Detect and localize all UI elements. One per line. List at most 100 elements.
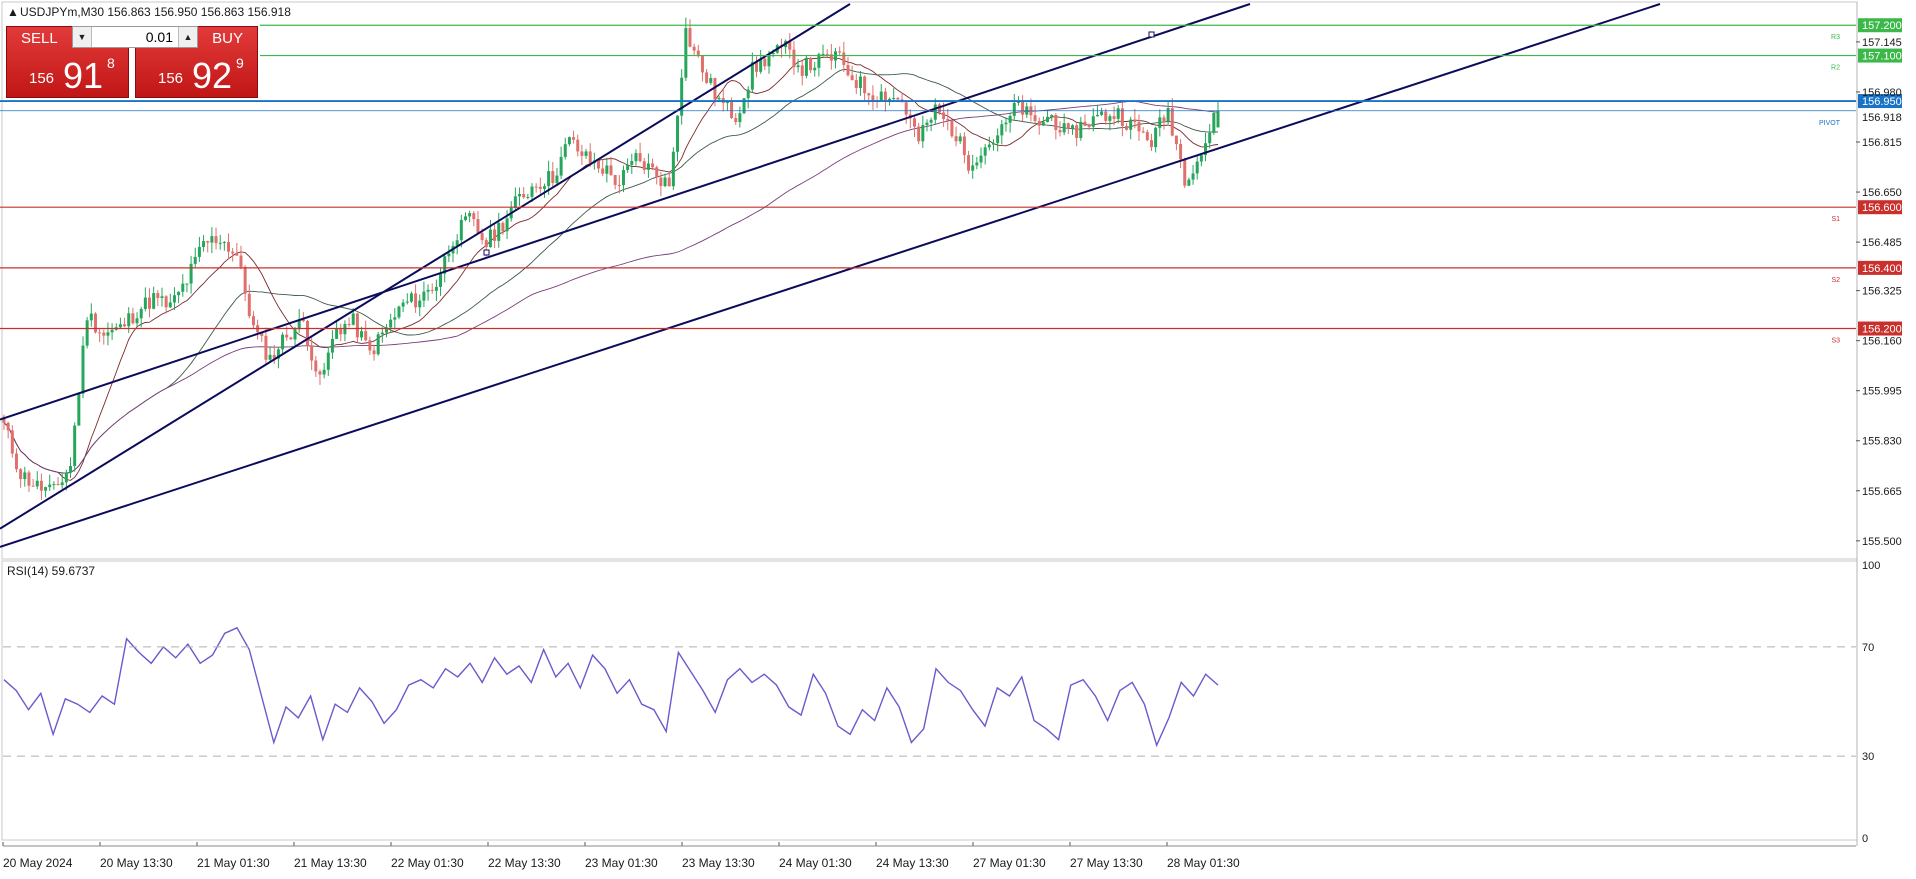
candle-body <box>243 266 247 294</box>
candle-body <box>1216 110 1220 128</box>
candle-body <box>206 241 210 243</box>
buy-price-pip: 9 <box>236 55 244 71</box>
candle-body <box>983 147 987 156</box>
candle-body <box>987 144 991 148</box>
symbol-info: USDJPYm,M30 156.863 156.950 156.863 156.… <box>20 5 291 19</box>
candle-body <box>1070 125 1074 129</box>
candle-body <box>39 480 43 491</box>
candle-body <box>326 352 330 370</box>
candle-body <box>380 332 384 335</box>
candle-body <box>1137 122 1141 132</box>
lot-increase-icon[interactable]: ▲ <box>178 27 197 47</box>
candle-body <box>239 255 243 267</box>
y-tick-label: 155.995 <box>1862 386 1902 398</box>
x-tick-label: 22 May 01:30 <box>391 856 464 870</box>
candle-body <box>1104 111 1108 121</box>
candle-body <box>551 171 555 183</box>
candle-body <box>185 283 189 285</box>
candle-body <box>414 293 418 308</box>
candle-body <box>73 425 77 467</box>
lot-decrease-icon[interactable]: ▼ <box>73 27 92 47</box>
candle-body <box>634 153 638 162</box>
candle-body <box>850 75 854 81</box>
chart-root[interactable]: ▲ USDJPYm,M30 156.863 156.950 156.863 15… <box>0 0 1916 874</box>
candle-body <box>501 222 505 232</box>
chart-canvas[interactable]: ▲ USDJPYm,M30 156.863 156.950 156.863 15… <box>0 0 1916 874</box>
candle-body <box>93 313 97 333</box>
candle-body <box>663 177 667 187</box>
candle-body <box>1095 114 1099 117</box>
lot-size-input[interactable] <box>93 28 177 46</box>
x-tick-label: 24 May 01:30 <box>779 856 852 870</box>
candle-body <box>1000 124 1004 136</box>
x-tick-label: 22 May 13:30 <box>488 856 561 870</box>
candle-body <box>933 104 937 120</box>
level-label: S3 <box>1831 338 1840 345</box>
candle-body <box>630 161 634 165</box>
candle-body <box>497 222 501 241</box>
candle-body <box>123 324 127 327</box>
candle-body <box>1174 135 1178 144</box>
expand-arrow-icon[interactable]: ▲ <box>7 5 19 19</box>
x-tick-label: 21 May 01:30 <box>197 856 270 870</box>
candle-body <box>547 171 551 187</box>
candle-body <box>705 72 709 83</box>
candle-body <box>763 58 767 67</box>
candle-body <box>738 113 742 123</box>
candle-body <box>281 334 285 350</box>
candle-body <box>197 246 201 257</box>
candle-body <box>505 218 509 232</box>
sell-price-prefix: 156 <box>29 70 55 87</box>
channel-anchor-point <box>483 249 490 256</box>
candle-body <box>293 329 297 340</box>
candle-body <box>6 422 10 431</box>
y-tick-label: 156.815 <box>1862 137 1902 149</box>
candle-body <box>89 313 93 321</box>
candle-body <box>676 115 680 152</box>
candle-body <box>202 241 206 247</box>
candle-body <box>368 340 372 351</box>
candle-body <box>813 67 817 71</box>
y-tick-label: 156.980 <box>1862 87 1902 99</box>
candle-body <box>597 160 601 169</box>
candle-body <box>418 300 422 308</box>
candle-body <box>750 62 754 90</box>
candle-body <box>314 360 318 372</box>
candle-body <box>946 118 950 121</box>
candle-body <box>1108 116 1112 121</box>
candle-body <box>717 98 721 100</box>
candle-body <box>567 137 571 145</box>
candle-body <box>44 487 48 491</box>
one-click-trading-panel: SELL 156 91 8 BUY 156 92 9 ▼ ▲ <box>6 26 258 98</box>
candle-body <box>172 295 176 303</box>
candle-body <box>439 273 443 287</box>
x-tick-label: 27 May 13:30 <box>1070 856 1143 870</box>
candle-body <box>360 331 364 338</box>
candle-body <box>576 139 580 152</box>
candle-body <box>584 151 588 156</box>
candle-body <box>127 313 131 327</box>
candle-body <box>488 229 492 248</box>
candle-body <box>542 186 546 189</box>
candle-body <box>389 319 393 328</box>
candle-body <box>921 125 925 142</box>
candle-body <box>156 293 160 298</box>
price-tag-label: 157.200 <box>1862 20 1902 32</box>
candle-body <box>555 175 559 183</box>
x-tick-label: 27 May 01:30 <box>973 856 1046 870</box>
candle-body <box>393 317 397 320</box>
candle-body <box>842 52 846 66</box>
candle-body <box>251 316 255 326</box>
candle-body <box>863 76 867 94</box>
candle-body <box>700 56 704 73</box>
candle-body <box>846 65 850 76</box>
candle-body <box>318 371 322 375</box>
candle-body <box>289 337 293 340</box>
candle-body <box>264 335 268 360</box>
candle-body <box>459 219 463 241</box>
candle-body <box>397 306 401 318</box>
rsi-tick-label: 0 <box>1862 833 1868 845</box>
candle-body <box>480 232 484 241</box>
candle-body <box>139 308 143 319</box>
candle-body <box>1012 102 1016 116</box>
